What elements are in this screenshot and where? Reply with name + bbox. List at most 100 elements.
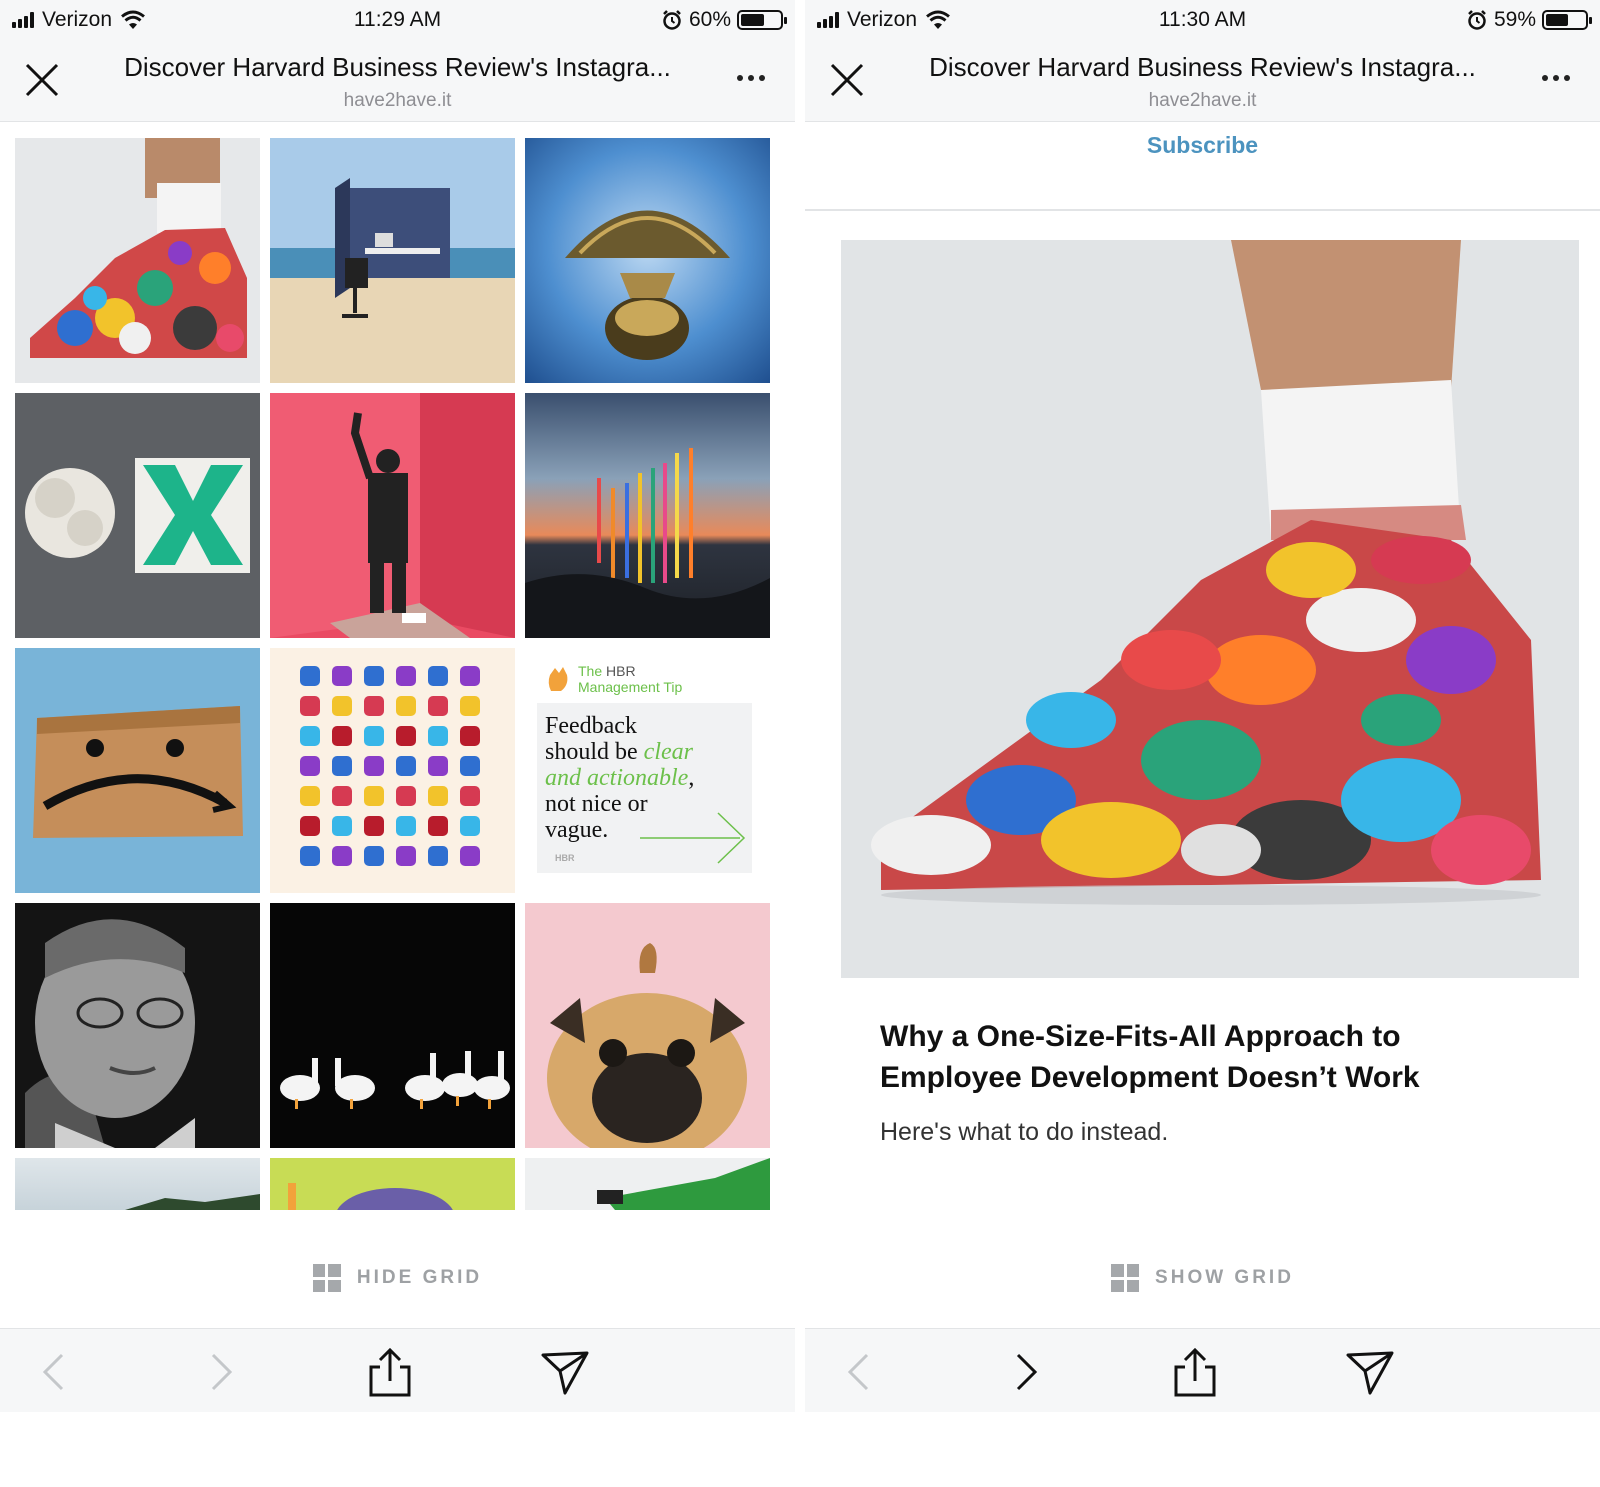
page-domain: have2have.it (1148, 90, 1257, 111)
back-icon[interactable] (835, 1347, 885, 1397)
page-title: Discover Harvard Business Review's Insta… (124, 52, 671, 82)
die (396, 726, 416, 746)
article-title[interactable]: Why a One-Size-Fits-All Approach to Empl… (880, 1016, 1530, 1098)
arrow-icon (640, 812, 746, 864)
battery-icon (1542, 10, 1592, 30)
die (332, 726, 352, 746)
grid-tile-amazon-box[interactable] (15, 648, 260, 893)
status-right: 59% (1466, 8, 1592, 32)
die (428, 816, 448, 836)
die (300, 756, 320, 776)
battery-icon (737, 10, 787, 30)
hide-grid-label: HIDE GRID (356, 1267, 483, 1288)
show-grid-button[interactable]: SHOW GRID (805, 1258, 1600, 1298)
die (364, 666, 384, 686)
die (428, 756, 448, 776)
grid-tile-dice[interactable] (270, 648, 515, 893)
die (460, 846, 480, 866)
die (300, 846, 320, 866)
grid-tile-turtle[interactable] (525, 138, 770, 383)
alarm-icon (1468, 10, 1486, 30)
die (396, 786, 416, 806)
die (396, 756, 416, 776)
back-icon[interactable] (30, 1347, 80, 1397)
die (428, 666, 448, 686)
status-right: 60% (661, 8, 787, 32)
die (364, 726, 384, 746)
grid-tile-puzzle-x[interactable] (15, 393, 260, 638)
grid-tile-shoe-sneakers[interactable] (15, 138, 260, 383)
die (300, 726, 320, 746)
tip-brand: The HBR Management Tip (578, 663, 683, 695)
die (300, 666, 320, 686)
die (460, 756, 480, 776)
die (428, 786, 448, 806)
article-subtitle: Here's what to do instead. (880, 1118, 1169, 1146)
status-bar: Verizon 11:29 AM 60% (0, 0, 795, 40)
grid-tile-bubble[interactable] (270, 1158, 515, 1210)
grid-tile-red-room-painter[interactable] (270, 393, 515, 638)
die (300, 786, 320, 806)
die (460, 726, 480, 746)
hide-grid-button[interactable]: HIDE GRID (0, 1258, 795, 1298)
dice-pattern (300, 666, 480, 866)
share-icon[interactable] (365, 1347, 415, 1397)
article-hero-image[interactable] (841, 240, 1579, 978)
die (428, 696, 448, 716)
alarm-icon (663, 10, 681, 30)
die (460, 696, 480, 716)
battery-percent: 60% (688, 8, 731, 31)
grid-icon (1111, 1264, 1140, 1292)
grid-tile-watering-can[interactable] (525, 1158, 770, 1210)
page-domain: have2have.it (343, 90, 452, 111)
left-screen: Verizon 11:29 AM 60% Discover Harvard Bu… (0, 0, 795, 1412)
grid-tile-sunset-rocks[interactable] (525, 393, 770, 638)
send-icon[interactable] (1345, 1347, 1395, 1397)
die (332, 846, 352, 866)
die (364, 816, 384, 836)
forward-icon[interactable] (1000, 1347, 1050, 1397)
nav-header: Discover Harvard Business Review's Insta… (805, 40, 1600, 122)
die (428, 846, 448, 866)
grid-icon (312, 1264, 341, 1292)
send-icon[interactable] (540, 1347, 590, 1397)
battery-percent: 59% (1493, 8, 1536, 31)
die (364, 786, 384, 806)
nav-header: Discover Harvard Business Review's Insta… (0, 40, 795, 122)
more-icon[interactable] (737, 68, 771, 88)
tip-footer-mark: HBR (555, 853, 575, 863)
show-grid-label: SHOW GRID (1155, 1267, 1294, 1288)
die (460, 816, 480, 836)
right-screen: Verizon 11:30 AM 59% Discover Harvard Bu… (805, 0, 1600, 1412)
die (332, 756, 352, 776)
bottom-toolbar (805, 1328, 1600, 1412)
clap-icon (548, 667, 568, 691)
die (364, 846, 384, 866)
share-icon[interactable] (1170, 1347, 1220, 1397)
subscribe-link[interactable]: Subscribe (805, 132, 1600, 159)
grid-tile-lake[interactable] (15, 1158, 260, 1210)
forward-icon[interactable] (195, 1347, 245, 1397)
die (460, 666, 480, 686)
die (460, 786, 480, 806)
die (396, 846, 416, 866)
die (396, 696, 416, 716)
grid-tile-cubicle-beach[interactable] (270, 138, 515, 383)
die (364, 696, 384, 716)
post-grid: The HBR Management Tip Feedback should b… (15, 138, 780, 1228)
die (332, 696, 352, 716)
grid-tile-pug[interactable] (525, 903, 770, 1148)
die (332, 786, 352, 806)
status-bar: Verizon 11:30 AM 59% (805, 0, 1600, 40)
die (396, 816, 416, 836)
grid-tile-geese[interactable] (270, 903, 515, 1148)
grid-tile-hbr-tip-card[interactable]: The HBR Management Tip Feedback should b… (525, 648, 770, 893)
die (396, 666, 416, 686)
die (332, 816, 352, 836)
die (300, 696, 320, 716)
more-icon[interactable] (1542, 68, 1576, 88)
die (332, 666, 352, 686)
grid-tile-portrait[interactable] (15, 903, 260, 1148)
page-title: Discover Harvard Business Review's Insta… (929, 52, 1476, 82)
bottom-toolbar (0, 1328, 795, 1412)
